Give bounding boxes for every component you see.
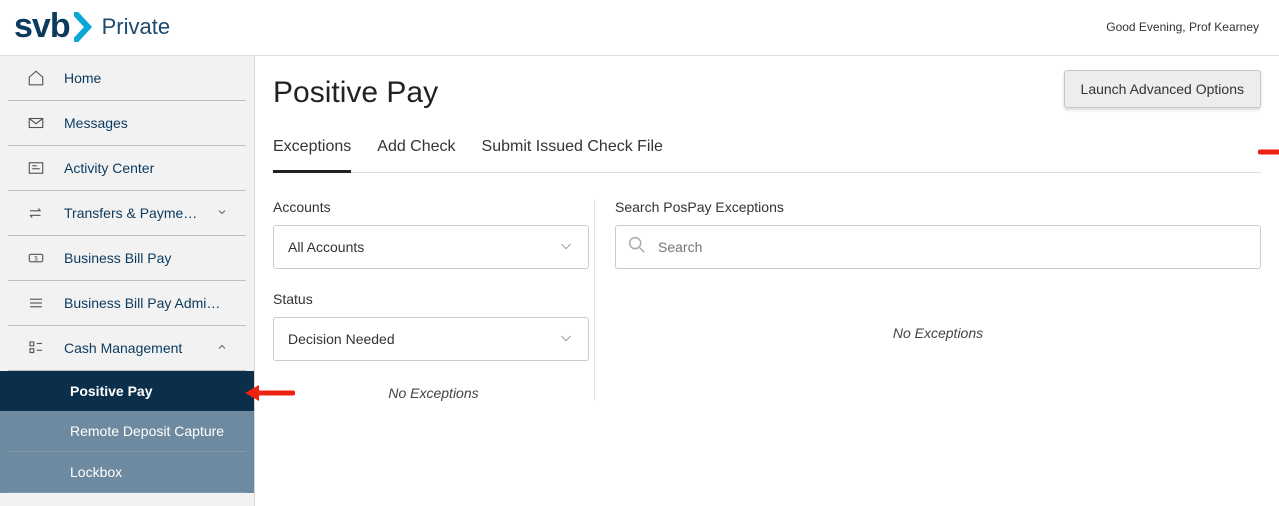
filters-left-column: Accounts All Accounts Status Decision Ne… — [273, 199, 595, 401]
sidebar-item-label: Cash Management — [64, 340, 198, 356]
no-exceptions-left: No Exceptions — [273, 385, 594, 401]
search-icon — [626, 234, 648, 261]
status-select[interactable]: Decision Needed — [273, 317, 589, 361]
news-icon — [26, 158, 46, 178]
logo-chevron-icon — [74, 12, 94, 42]
tab-submit-issued-check-file[interactable]: Submit Issued Check File — [482, 138, 663, 172]
tab-exceptions[interactable]: Exceptions — [273, 138, 351, 173]
sidebar-item-label: Messages — [64, 115, 228, 131]
search-input-wrap[interactable] — [615, 225, 1261, 269]
status-select-value: Decision Needed — [288, 331, 395, 347]
sidebar-item-label: Business Bill Pay Admini... — [64, 295, 228, 311]
tabs: Exceptions Add Check Submit Issued Check… — [273, 138, 1261, 173]
sidebar-item-label: Home — [64, 70, 228, 86]
logo-subtext: Private — [102, 14, 170, 40]
main-content: Positive Pay Launch Advanced Options Exc… — [255, 56, 1279, 506]
sidebar-item-business-bill-pay[interactable]: $ Business Bill Pay — [8, 236, 246, 281]
accounts-label: Accounts — [273, 199, 594, 215]
logo[interactable]: svb Private — [14, 7, 170, 46]
search-input[interactable] — [658, 239, 1250, 255]
sidebar-item-cash-management[interactable]: Cash Management — [8, 326, 246, 371]
header: svb Private Good Evening, Prof Kearney — [0, 0, 1279, 56]
chevron-down-icon — [216, 205, 228, 221]
accounts-select-value: All Accounts — [288, 239, 364, 255]
sidebar: Home Messages Activity Center Transfers … — [0, 56, 255, 506]
sidebar-subitem-label: Remote Deposit Capture — [70, 423, 224, 439]
sidebar-item-label: Activity Center — [64, 160, 228, 176]
sidebar-item-activity-center[interactable]: Activity Center — [8, 146, 246, 191]
sidebar-item-transfers[interactable]: Transfers & Payments — [8, 191, 246, 236]
bill-icon: $ — [26, 248, 46, 268]
sidebar-item-label: Business Bill Pay — [64, 250, 228, 266]
chevron-down-icon — [558, 238, 574, 257]
tab-add-check[interactable]: Add Check — [377, 138, 455, 172]
chevron-up-icon — [216, 340, 228, 356]
sidebar-subitem-label: Lockbox — [70, 464, 122, 480]
transfer-icon — [26, 203, 46, 223]
no-exceptions-right: No Exceptions — [615, 325, 1261, 341]
sidebar-item-messages[interactable]: Messages — [8, 101, 246, 146]
sidebar-item-home[interactable]: Home — [8, 56, 246, 101]
greeting-text: Good Evening, Prof Kearney — [1106, 20, 1259, 34]
chevron-down-icon — [558, 330, 574, 349]
menu-icon — [26, 293, 46, 313]
home-icon — [26, 68, 46, 88]
launch-advanced-options-button[interactable]: Launch Advanced Options — [1064, 70, 1261, 108]
grid-icon — [26, 338, 46, 358]
sidebar-subitem-positive-pay[interactable]: Positive Pay — [0, 371, 254, 411]
sidebar-subnav: Positive Pay Remote Deposit Capture Lock… — [0, 371, 254, 493]
page-title: Positive Pay — [273, 76, 438, 110]
logo-text: svb — [14, 7, 70, 46]
search-label: Search PosPay Exceptions — [615, 199, 1261, 215]
annotation-arrow-right — [1258, 141, 1279, 168]
sidebar-subitem-remote-deposit[interactable]: Remote Deposit Capture — [8, 411, 246, 452]
status-label: Status — [273, 291, 594, 307]
sidebar-item-label: Transfers & Payments — [64, 205, 198, 221]
sidebar-item-business-bill-pay-admin[interactable]: Business Bill Pay Admini... — [8, 281, 246, 326]
sidebar-subitem-label: Positive Pay — [70, 383, 153, 399]
sidebar-subitem-lockbox[interactable]: Lockbox — [8, 452, 246, 493]
accounts-select[interactable]: All Accounts — [273, 225, 589, 269]
envelope-icon — [26, 113, 46, 133]
filters-right-column: Search PosPay Exceptions No Exceptions — [615, 199, 1261, 401]
